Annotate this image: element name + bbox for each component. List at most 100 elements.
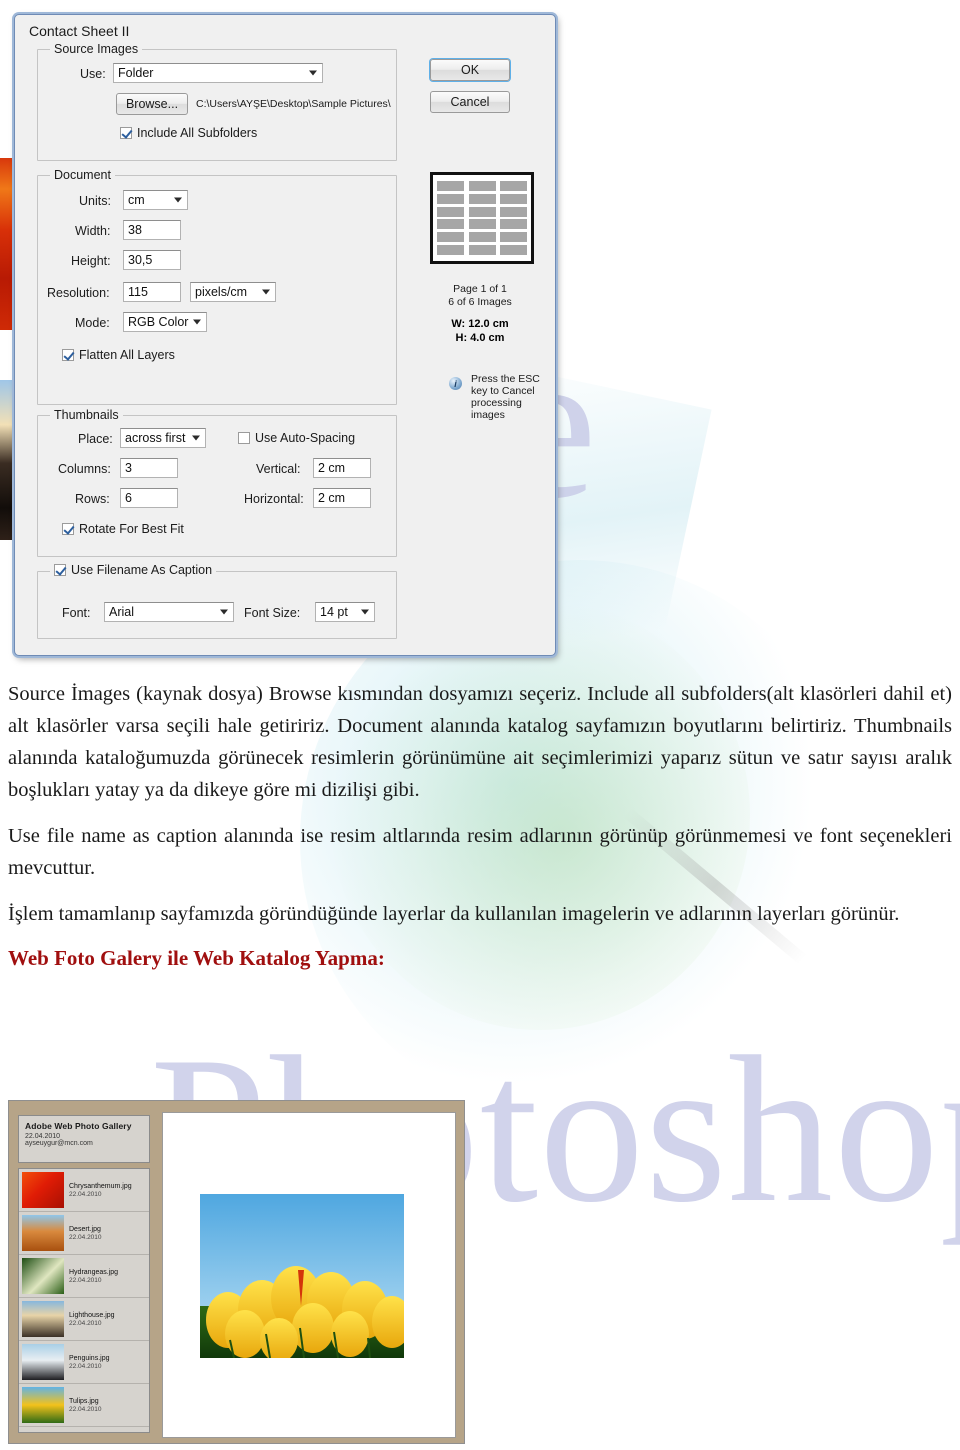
body-copy: Source İmages (kaynak dosya) Browse kısm… <box>8 678 952 971</box>
gallery-item-thumbnail[interactable] <box>22 1344 64 1380</box>
gallery-header: Adobe Web Photo Gallery 22.04.2010 ayseu… <box>18 1115 150 1163</box>
place-label: Place: <box>78 432 113 446</box>
gallery-item-date: 22.04.2010 <box>69 1362 102 1370</box>
place-select[interactable]: across first <box>120 428 206 448</box>
gallery-email: ayseuygur@mcn.com <box>25 1140 93 1147</box>
preview-image-count: 6 of 6 Images <box>448 296 512 308</box>
resolution-label: Resolution: <box>47 286 110 300</box>
units-select-value: cm <box>128 193 145 207</box>
rows-label: Rows: <box>75 492 110 506</box>
vertical-input[interactable]: 2 cm <box>313 458 371 478</box>
gallery-thumbnail-list[interactable]: Chrysanthemum.jpg 22.04.2010 Desert.jpg 22.… <box>18 1168 150 1433</box>
resolution-units-select[interactable]: pixels/cm <box>190 282 276 302</box>
flatten-layers-checkbox[interactable]: Flatten All Layers <box>62 348 175 362</box>
place-select-value: across first <box>125 431 186 445</box>
use-select[interactable]: Folder <box>113 63 323 83</box>
thumbnails-legend: Thumbnails <box>50 408 123 422</box>
rows-input[interactable]: 6 <box>120 488 178 508</box>
font-size-select[interactable]: 14 pt <box>315 602 375 622</box>
checkbox-icon[interactable] <box>238 432 250 444</box>
chevron-down-icon <box>193 319 201 325</box>
checkbox-icon[interactable] <box>120 127 132 139</box>
gallery-item-date: 22.04.2010 <box>69 1405 102 1413</box>
resolution-input[interactable]: 115 <box>123 282 181 302</box>
height-input[interactable]: 30,5 <box>123 250 181 270</box>
horizontal-label: Horizontal: <box>244 492 304 506</box>
font-select[interactable]: Arial <box>104 602 234 622</box>
width-label: Width: <box>75 224 111 238</box>
checkbox-icon[interactable] <box>62 523 74 535</box>
use-label: Use: <box>80 67 106 81</box>
ok-button[interactable]: OK <box>430 59 510 81</box>
include-subfolders-checkbox[interactable]: Include All Subfolders <box>120 126 257 140</box>
gallery-item-name: Lighthouse.jpg <box>69 1311 115 1319</box>
dialog-title: Contact Sheet II <box>29 23 130 39</box>
source-images-group: Source Images Use: Folder Browse... C:\U… <box>37 42 397 161</box>
gallery-list-item[interactable]: Hydrangeas.jpg 22.04.2010 <box>19 1255 149 1298</box>
caption-group: Use Filename As Caption Font: Arial Font… <box>37 563 397 639</box>
source-path: C:\Users\AYŞE\Desktop\Sample Pictures\ <box>196 98 391 110</box>
include-subfolders-label: Include All Subfolders <box>137 126 258 140</box>
chevron-down-icon <box>192 435 200 441</box>
paragraph-1: Source İmages (kaynak dosya) Browse kısm… <box>8 683 952 801</box>
gallery-item-name: Penguins.jpg <box>69 1354 110 1362</box>
preview-page-info: Page 1 of 1 <box>453 283 507 295</box>
gallery-item-date: 22.04.2010 <box>69 1319 102 1327</box>
contact-sheet-preview <box>430 172 534 264</box>
gallery-list-item[interactable]: Lighthouse.jpg 22.04.2010 <box>19 1298 149 1341</box>
font-label: Font: <box>62 606 91 620</box>
checkbox-icon[interactable] <box>54 564 66 576</box>
horizontal-input[interactable]: 2 cm <box>313 488 371 508</box>
gallery-item-name: Desert.jpg <box>69 1225 101 1233</box>
gallery-item-thumbnail[interactable] <box>22 1301 64 1337</box>
auto-spacing-label: Use Auto-Spacing <box>255 431 356 445</box>
gallery-list-item[interactable]: Desert.jpg 22.04.2010 <box>19 1212 149 1255</box>
browse-button[interactable]: Browse... <box>116 93 188 115</box>
chevron-down-icon <box>220 609 228 615</box>
gallery-main-photo-tulips <box>200 1194 404 1358</box>
rotate-best-fit-checkbox[interactable]: Rotate For Best Fit <box>62 522 184 536</box>
mode-select[interactable]: RGB Color <box>123 312 207 332</box>
section-heading: Web Foto Galery ile Web Katalog Yapma: <box>8 946 385 970</box>
mode-select-value: RGB Color <box>128 315 189 329</box>
esc-hint-text: Press the ESC key to Cancel processing i… <box>471 373 540 421</box>
units-select[interactable]: cm <box>123 190 188 210</box>
gallery-item-name: Chrysanthemum.jpg <box>69 1182 132 1190</box>
chevron-down-icon <box>262 289 270 295</box>
gallery-list-item[interactable]: Chrysanthemum.jpg 22.04.2010 <box>19 1169 149 1212</box>
gallery-item-thumbnail[interactable] <box>22 1387 64 1423</box>
cancel-button[interactable]: Cancel <box>430 91 510 113</box>
font-size-label: Font Size: <box>244 606 301 620</box>
gallery-list-item[interactable]: Tulips.jpg 22.04.2010 <box>19 1384 149 1427</box>
document-legend: Document <box>50 168 115 182</box>
chevron-down-icon <box>309 70 317 76</box>
gallery-item-name: Hydrangeas.jpg <box>69 1268 119 1276</box>
gallery-item-thumbnail[interactable] <box>22 1172 64 1208</box>
units-label: Units: <box>79 194 111 208</box>
gallery-item-date: 22.04.2010 <box>69 1190 102 1198</box>
columns-input[interactable]: 3 <box>120 458 178 478</box>
font-select-value: Arial <box>109 605 135 619</box>
document-group: Document Units: cm Width: 38 Height: 30,… <box>37 168 397 405</box>
height-label: Height: <box>71 254 111 268</box>
font-size-value: 14 pt <box>320 605 348 619</box>
chevron-down-icon <box>174 197 182 203</box>
preview-height-info: H: 4.0 cm <box>455 332 505 344</box>
gallery-item-thumbnail[interactable] <box>22 1215 64 1251</box>
paragraph-3: İşlem tamamlanıp sayfamızda göründüğünde… <box>8 903 900 925</box>
auto-spacing-checkbox[interactable]: Use Auto-Spacing <box>238 431 355 445</box>
gallery-list-item[interactable]: Penguins.jpg 22.04.2010 <box>19 1341 149 1384</box>
paragraph-2: Use file name as caption alanında ise re… <box>8 825 952 879</box>
gallery-item-date: 22.04.2010 <box>69 1233 102 1241</box>
use-filename-caption-checkbox[interactable]: Use Filename As Caption <box>50 563 217 577</box>
chevron-down-icon <box>361 609 369 615</box>
preview-width-info: W: 12.0 cm <box>451 318 509 330</box>
columns-label: Columns: <box>58 462 111 476</box>
use-filename-caption-label: Use Filename As Caption <box>71 563 213 577</box>
checkbox-icon[interactable] <box>62 349 74 361</box>
source-images-legend: Source Images <box>50 42 143 56</box>
resolution-units-value: pixels/cm <box>195 285 248 299</box>
gallery-item-thumbnail[interactable] <box>22 1258 64 1294</box>
width-input[interactable]: 38 <box>123 220 181 240</box>
gallery-date: 22.04.2010 <box>25 1133 61 1140</box>
